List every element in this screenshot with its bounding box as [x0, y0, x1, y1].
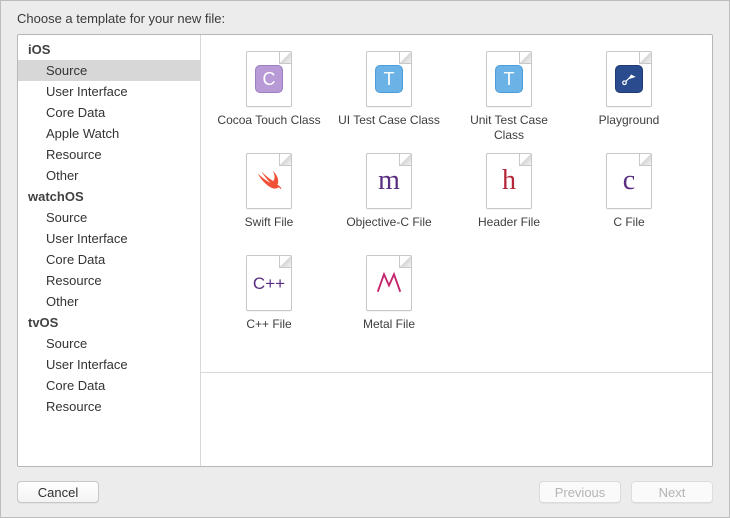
sidebar-item[interactable]: User Interface	[18, 81, 200, 102]
sidebar-group-header[interactable]: iOS	[18, 39, 200, 60]
template-description-panel	[201, 372, 712, 466]
playground-icon	[615, 65, 643, 93]
template-item-objective-c-file[interactable]: m Objective-C File	[329, 153, 449, 249]
previous-button[interactable]: Previous	[539, 481, 621, 503]
sidebar-item[interactable]: Core Data	[18, 102, 200, 123]
template-item-cpp-file[interactable]: C++ C++ File	[209, 255, 329, 351]
sidebar-item[interactable]: Core Data	[18, 249, 200, 270]
page-fold-icon	[399, 154, 411, 166]
template-grid: C Cocoa Touch Class T UI Test Case Class…	[201, 35, 712, 372]
sidebar-item[interactable]: Other	[18, 291, 200, 312]
sidebar-item[interactable]: Resource	[18, 396, 200, 417]
template-label: Metal File	[363, 317, 415, 332]
file-icon: m	[366, 153, 412, 209]
page-fold-icon	[279, 154, 291, 166]
page-fold-icon	[399, 256, 411, 268]
file-icon	[606, 51, 652, 107]
file-type-icon: C	[255, 65, 283, 93]
template-label: Unit Test Case Class	[454, 113, 564, 143]
sidebar-item[interactable]: Other	[18, 165, 200, 186]
page-fold-icon	[279, 256, 291, 268]
file-icon	[246, 153, 292, 209]
sidebar-item[interactable]: Core Data	[18, 375, 200, 396]
template-item-playground[interactable]: Playground	[569, 51, 689, 147]
page-fold-icon	[279, 52, 291, 64]
template-detail: C Cocoa Touch Class T UI Test Case Class…	[201, 35, 712, 466]
page-fold-icon	[519, 154, 531, 166]
template-item-ui-test-case-class[interactable]: T UI Test Case Class	[329, 51, 449, 147]
file-icon	[366, 255, 412, 311]
template-item-header-file[interactable]: h Header File	[449, 153, 569, 249]
file-icon: c	[606, 153, 652, 209]
next-button[interactable]: Next	[631, 481, 713, 503]
sidebar-item[interactable]: User Interface	[18, 354, 200, 375]
template-label: Header File	[478, 215, 540, 230]
page-fold-icon	[639, 52, 651, 64]
template-item-cocoa-touch-class[interactable]: C Cocoa Touch Class	[209, 51, 329, 147]
file-icon: h	[486, 153, 532, 209]
template-label: Objective-C File	[346, 215, 431, 230]
template-label: C++ File	[246, 317, 291, 332]
template-item-c-file[interactable]: c C File	[569, 153, 689, 249]
template-label: UI Test Case Class	[338, 113, 440, 128]
template-label: C File	[613, 215, 644, 230]
dialog-title: Choose a template for your new file:	[1, 1, 729, 34]
file-icon: C	[246, 51, 292, 107]
new-file-dialog: Choose a template for your new file: iOS…	[1, 1, 729, 517]
template-item-unit-test-case-class[interactable]: T Unit Test Case Class	[449, 51, 569, 147]
sidebar-item[interactable]: Source	[18, 207, 200, 228]
file-icon: C++	[246, 255, 292, 311]
sidebar-group-header[interactable]: tvOS	[18, 312, 200, 333]
file-icon: T	[486, 51, 532, 107]
template-label: Swift File	[245, 215, 294, 230]
category-sidebar: iOSSourceUser InterfaceCore DataApple Wa…	[18, 35, 201, 466]
cancel-button[interactable]: Cancel	[17, 481, 99, 503]
sidebar-group-header[interactable]: watchOS	[18, 186, 200, 207]
sidebar-item[interactable]: Source	[18, 333, 200, 354]
page-fold-icon	[399, 52, 411, 64]
sidebar-item[interactable]: User Interface	[18, 228, 200, 249]
content-area: iOSSourceUser InterfaceCore DataApple Wa…	[17, 34, 713, 467]
sidebar-item[interactable]: Source	[18, 60, 200, 81]
file-icon: T	[366, 51, 412, 107]
file-type-icon: T	[495, 65, 523, 93]
template-item-swift-file[interactable]: Swift File	[209, 153, 329, 249]
page-fold-icon	[639, 154, 651, 166]
file-type-icon: h	[502, 167, 516, 195]
dialog-footer: Cancel Previous Next	[1, 467, 729, 517]
template-label: Playground	[599, 113, 660, 128]
page-fold-icon	[519, 52, 531, 64]
sidebar-item[interactable]: Resource	[18, 270, 200, 291]
metal-icon	[374, 268, 404, 298]
file-type-icon: T	[375, 65, 403, 93]
sidebar-item[interactable]: Apple Watch	[18, 123, 200, 144]
file-type-icon: C++	[253, 275, 285, 292]
template-item-metal-file[interactable]: Metal File	[329, 255, 449, 351]
sidebar-item[interactable]: Resource	[18, 144, 200, 165]
file-type-icon: c	[623, 167, 635, 195]
file-type-icon: m	[378, 167, 400, 195]
swift-icon	[254, 166, 284, 196]
template-label: Cocoa Touch Class	[217, 113, 320, 128]
